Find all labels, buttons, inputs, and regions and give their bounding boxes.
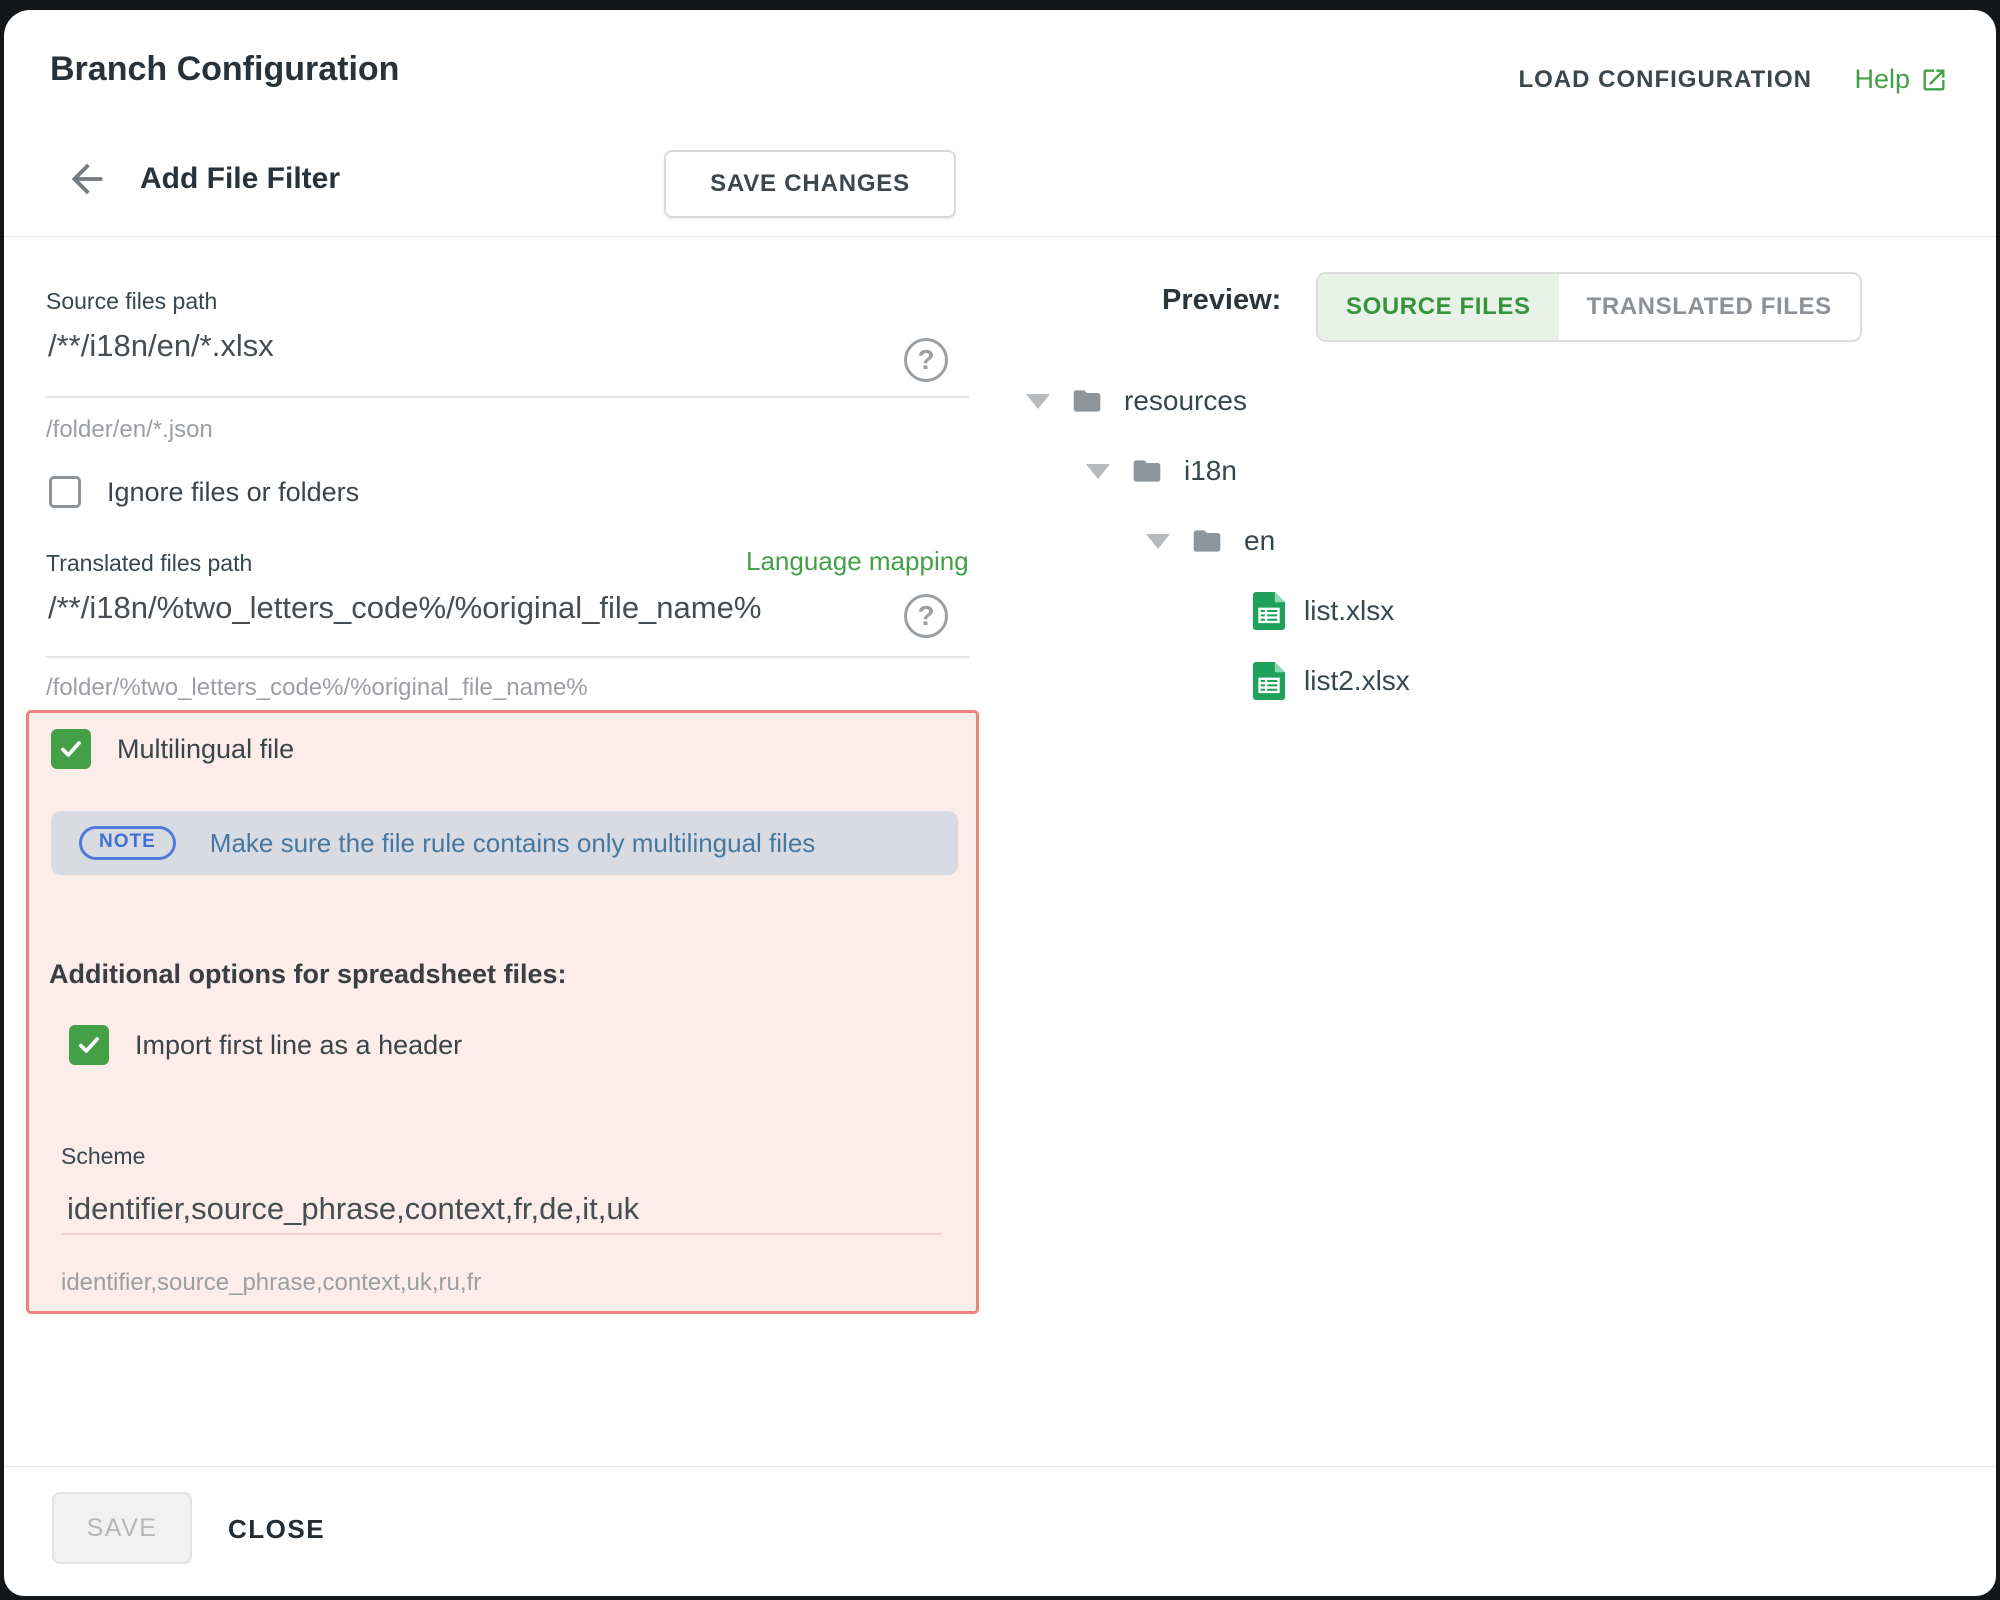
tree-row-en[interactable]: en [1012,506,1812,576]
folder-icon [1068,385,1106,417]
tree-row-resources[interactable]: resources [1012,366,1812,436]
scheme-label: Scheme [61,1143,145,1170]
multilingual-options-highlight-box: Multilingual file NOTE Make sure the fil… [26,710,979,1314]
language-mapping-link[interactable]: Language mapping [746,546,969,577]
source-path-input-underline [46,396,969,398]
close-button[interactable]: CLOSE [228,1514,325,1545]
tab-source-files[interactable]: SOURCE FILES [1318,274,1559,340]
back-arrow-icon[interactable] [64,156,110,202]
spreadsheet-file-icon [1252,662,1286,700]
help-link-label: Help [1854,64,1910,95]
tree-row-i18n[interactable]: i18n [1012,436,1812,506]
multilingual-file-checkbox[interactable] [51,729,91,769]
tree-item-label: i18n [1184,455,1237,487]
page-title: Branch Configuration [50,50,399,89]
translated-path-input-underline [46,656,969,658]
source-files-path-label: Source files path [46,288,217,315]
translated-path-helper-text: /folder/%two_letters_code%/%original_fil… [46,674,588,702]
source-files-path-input[interactable]: /**/i18n/en/*.xlsx [48,328,274,364]
tab-translated-files[interactable]: TRANSLATED FILES [1559,274,1860,340]
source-path-help-icon[interactable]: ? [904,338,948,382]
caret-down-icon[interactable] [1146,534,1170,549]
tree-item-label: en [1244,525,1275,557]
spreadsheet-options-heading: Additional options for spreadsheet files… [49,959,567,990]
import-header-checkbox[interactable] [69,1025,109,1065]
tree-item-label: resources [1124,385,1247,417]
load-configuration-button[interactable]: LOAD CONFIGURATION [1518,66,1812,94]
save-changes-button[interactable]: SAVE CHANGES [664,150,956,218]
translated-files-path-label: Translated files path [46,550,252,577]
tree-item-label: list.xlsx [1304,595,1394,627]
preview-label: Preview: [1162,284,1281,317]
branch-configuration-dialog: Branch Configuration LOAD CONFIGURATION … [4,10,1996,1596]
note-banner: NOTE Make sure the file rule contains on… [51,811,958,875]
multilingual-file-checkbox-row[interactable]: Multilingual file [51,729,294,769]
external-link-icon [1920,66,1948,94]
tree-row-list2-xlsx[interactable]: list2.xlsx [1012,646,1812,716]
spreadsheet-file-icon [1252,592,1286,630]
tree-item-label: list2.xlsx [1304,665,1410,697]
translated-files-path-input[interactable]: /**/i18n/%two_letters_code%/%original_fi… [48,590,761,626]
import-header-checkbox-row[interactable]: Import first line as a header [69,1025,462,1065]
tree-row-list-xlsx[interactable]: list.xlsx [1012,576,1812,646]
save-button[interactable]: SAVE [52,1492,192,1564]
scheme-helper-text: identifier,source_phrase,context,uk,ru,f… [61,1269,481,1297]
ignore-files-checkbox-label: Ignore files or folders [107,477,359,508]
note-badge: NOTE [79,826,176,860]
import-header-checkbox-label: Import first line as a header [135,1030,462,1061]
source-path-helper-text: /folder/en/*.json [46,416,213,444]
folder-icon [1188,525,1226,557]
multilingual-file-checkbox-label: Multilingual file [117,734,294,765]
ignore-files-checkbox-row[interactable]: Ignore files or folders [49,476,359,508]
file-tree: resources i18n en [1012,366,1812,716]
header-divider [4,236,1996,237]
preview-toggle-group: SOURCE FILES TRANSLATED FILES [1316,272,1862,342]
folder-icon [1128,455,1166,487]
translated-path-help-icon[interactable]: ? [904,594,948,638]
caret-down-icon[interactable] [1026,394,1050,409]
caret-down-icon[interactable] [1086,464,1110,479]
help-link[interactable]: Help [1854,64,1948,95]
ignore-files-checkbox[interactable] [49,476,81,508]
footer-divider [4,1466,1996,1467]
scheme-input-underline [61,1233,941,1235]
note-message: Make sure the file rule contains only mu… [210,828,816,859]
scheme-input[interactable]: identifier,source_phrase,context,fr,de,i… [67,1191,639,1227]
add-file-filter-title: Add File Filter [140,162,340,196]
